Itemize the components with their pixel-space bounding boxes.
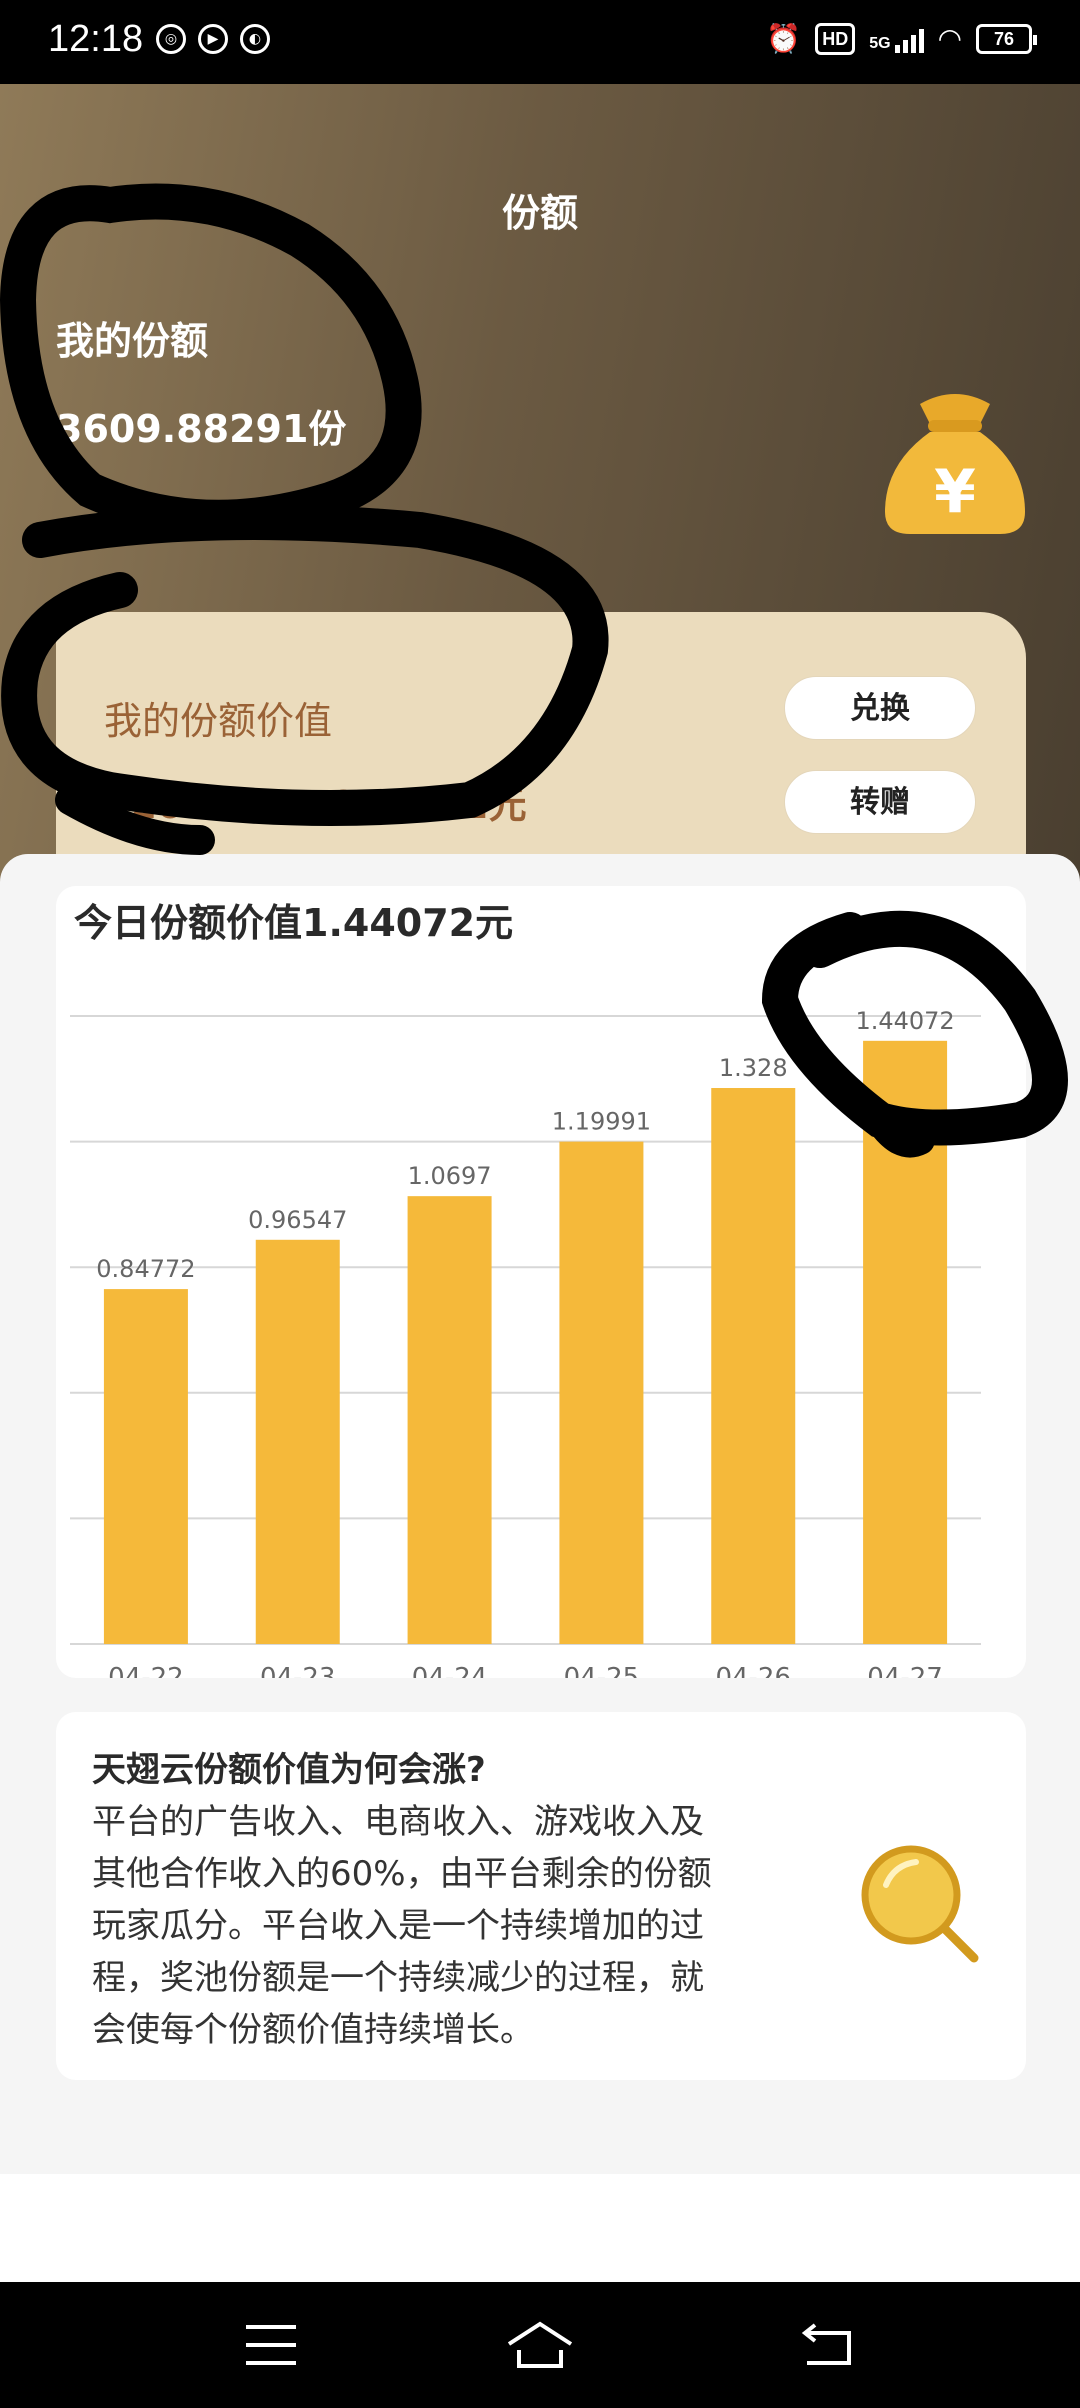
notification-icons: ◎ ▶ ◐ — [156, 24, 270, 54]
bar-04-25 — [559, 1141, 644, 1644]
status-bar: 12:18 ◎ ▶ ◐ ⏰ HD 5G ◠ 76 — [0, 0, 1080, 84]
info-body: 平台的广告收入、电商收入、游戏收入及其他合作收入的60%，由平台剩余的份额玩家瓜… — [92, 1802, 712, 2050]
bar-04-22 — [103, 1289, 188, 1644]
home-nav-button[interactable] — [505, 2310, 575, 2380]
share-value-amount: 5200.8305060952元 — [104, 783, 527, 827]
bar-04-26 — [711, 1088, 796, 1644]
money-bag-icon: ¥ — [885, 394, 1025, 534]
home-icon — [507, 2321, 573, 2368]
app2-notification-icon: ◐ — [240, 24, 270, 54]
wifi-icon: ◠ — [937, 23, 962, 54]
info-title: 天翅云份额价值为何会涨? — [92, 1750, 486, 1790]
header-banner: 份额 我的份额 3609.88291份 ¥ 我的份额价值 5200.830506… — [0, 84, 1080, 898]
x-tick-label: 04-22 — [108, 1663, 184, 1678]
app-notification-icon: ◎ — [156, 24, 186, 54]
magnifier-icon — [861, 1845, 979, 1963]
x-tick-label: 04-23 — [260, 1663, 336, 1678]
battery-icon: 76 — [976, 23, 1037, 54]
share-value-label: 我的份额价值 — [104, 699, 333, 743]
bar-value-label: 1.328 — [719, 1054, 788, 1082]
bar-04-27 — [863, 1040, 948, 1644]
content-area: 0.84772 04-22 0.96547 04-23 1.0697 04-24 1.199… — [0, 854, 1080, 2174]
info-card: 天翅云份额价值为何会涨? 平台的广告收入、电商收入、游戏收入及其他合作收入的60… — [56, 1712, 1026, 2080]
system-nav-bar — [0, 2282, 1080, 2408]
bar-value-label: 1.19991 — [552, 1108, 651, 1136]
my-share-value: 3609.88291份 — [56, 407, 347, 451]
menu-icon — [246, 2325, 296, 2365]
status-right: ⏰ HD 5G ◠ 76 — [766, 22, 1037, 55]
my-share-label: 我的份额 — [56, 319, 209, 363]
back-icon — [801, 2323, 851, 2365]
signal-icon: 5G — [869, 25, 924, 53]
gift-button[interactable]: 转赠 — [784, 770, 976, 834]
page-title: 份额 — [501, 191, 578, 235]
x-tick-label: 04-26 — [715, 1663, 791, 1678]
bar-value-label: 0.96547 — [248, 1206, 347, 1234]
x-tick-label: 04-24 — [412, 1663, 488, 1678]
x-tick-label: 04-27 — [867, 1663, 943, 1678]
alarm-icon: ⏰ — [766, 23, 802, 54]
bar-value-label: 1.44072 — [855, 1007, 954, 1035]
play-notification-icon: ▶ — [198, 24, 228, 54]
bar-04-24 — [407, 1196, 492, 1644]
hd-icon: HD — [815, 22, 856, 55]
x-tick-label: 04-25 — [564, 1663, 640, 1678]
exchange-button[interactable]: 兑换 — [784, 676, 976, 740]
back-nav-button[interactable] — [790, 2310, 860, 2380]
bar-04-23 — [255, 1239, 340, 1644]
bar-value-label: 1.0697 — [408, 1162, 492, 1190]
chart-card: 0.84772 04-22 0.96547 04-23 1.0697 04-24 1.199… — [56, 886, 1026, 1678]
network-type: 5G — [869, 34, 891, 52]
svg-text:¥: ¥ — [934, 457, 976, 527]
chart-title: 今日份额价值1.44072元 — [74, 901, 514, 945]
share-value-bar-chart: 0.84772 04-22 0.96547 04-23 1.0697 04-24 1.199… — [70, 1007, 981, 1678]
bar-value-label: 0.84772 — [96, 1255, 195, 1283]
menu-nav-button[interactable] — [236, 2310, 306, 2380]
status-time: 12:18 — [48, 18, 144, 60]
